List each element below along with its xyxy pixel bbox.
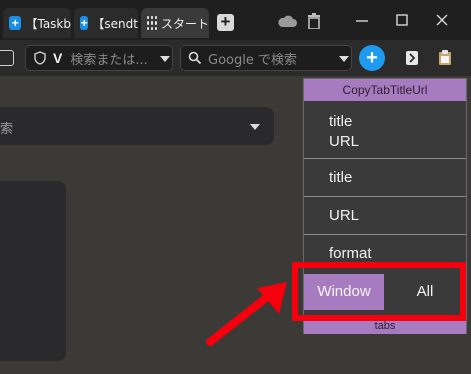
plus-icon: + — [80, 16, 89, 30]
tab-label: 【Taskb — [25, 16, 71, 31]
new-tab-button[interactable]: + — [217, 13, 234, 31]
menu-item-title-url[interactable]: title URL — [304, 101, 466, 159]
chevron-down-icon[interactable] — [160, 56, 170, 62]
grid-icon — [147, 16, 157, 30]
content-card — [0, 181, 66, 361]
tab-label: 【sendt — [92, 16, 138, 31]
shield-icon — [34, 51, 46, 65]
search-icon — [188, 51, 202, 65]
chevron-down-icon[interactable] — [250, 124, 260, 130]
menu-item-url[interactable]: URL — [304, 197, 466, 235]
popup-title: CopyTabTitleUrl — [304, 79, 466, 101]
page-search-box[interactable]: 索 — [0, 107, 274, 145]
cloud-icon[interactable] — [277, 15, 297, 28]
clipboard-icon[interactable] — [438, 49, 452, 66]
plus-icon: + — [9, 16, 22, 30]
address-bar[interactable]: V 検索または... — [25, 45, 173, 71]
address-placeholder: 検索または... — [70, 52, 148, 68]
highlight-box — [292, 262, 466, 321]
scope-label: tabs — [304, 319, 466, 334]
tab-taskbar[interactable]: + 【Taskb — [3, 8, 71, 38]
tab-sendt[interactable]: + 【sendt — [74, 8, 138, 38]
menu-item-title[interactable]: title — [304, 159, 466, 197]
red-arrow-icon — [206, 282, 287, 346]
trash-icon[interactable] — [307, 13, 321, 29]
close-icon[interactable] — [435, 13, 449, 27]
tab-start[interactable]: スタート — [141, 8, 209, 38]
chevron-down-icon[interactable] — [339, 56, 349, 62]
maximize-icon[interactable] — [395, 13, 409, 27]
taskbar-extension-icon[interactable]: + — [359, 45, 385, 71]
minimize-icon[interactable] — [355, 14, 369, 28]
page-search-placeholder: 索 — [0, 122, 14, 137]
tab-strip: + 【Taskb + 【sendt スタート + — [0, 0, 471, 40]
tab-label: スタート — [160, 16, 209, 31]
search-field[interactable]: Google で検索 — [180, 45, 352, 71]
extension-arrow-icon[interactable] — [406, 51, 418, 65]
sidebar-toggle-icon[interactable] — [0, 50, 14, 66]
search-placeholder: Google で検索 — [208, 52, 297, 68]
vivaldi-v-icon: V — [53, 50, 63, 66]
